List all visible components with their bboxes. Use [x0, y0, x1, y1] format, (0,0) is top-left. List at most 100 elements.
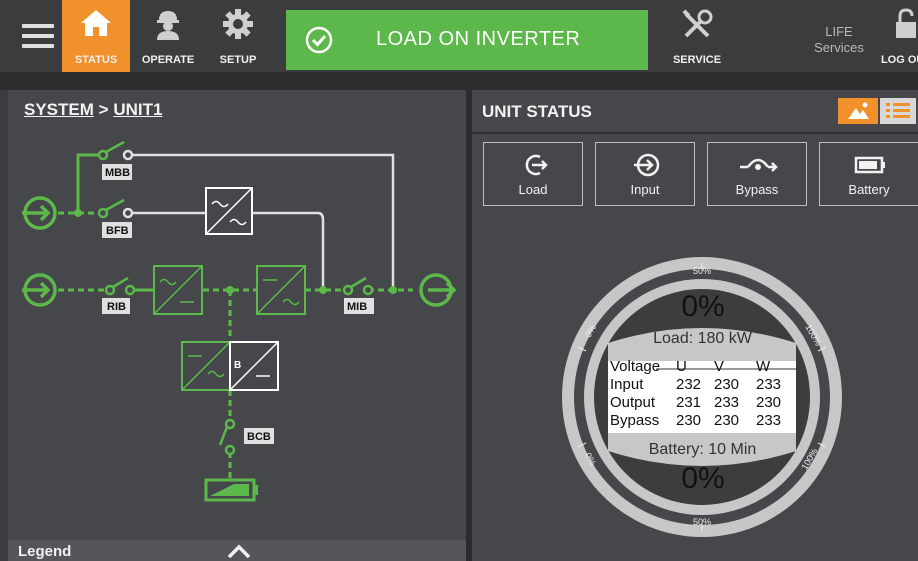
nav-status-button[interactable]: STATUS [62, 0, 130, 79]
bfb-switch[interactable] [97, 198, 134, 219]
tab-load-label: Load [518, 182, 548, 197]
unlock-icon [896, 8, 916, 38]
nav-operate-button[interactable]: OPERATE [138, 0, 198, 72]
battery-icon [204, 478, 258, 502]
table-row: Output 231 233 230 [606, 394, 796, 412]
nav-setup-label: SETUP [219, 54, 257, 66]
breadcrumb-unit-link[interactable]: UNIT1 [113, 100, 162, 119]
rib-label: RIB [107, 301, 126, 313]
cell-v: 230 [714, 412, 740, 429]
mbb-label: MBB [105, 167, 130, 179]
tab-bypass[interactable]: Bypass [707, 142, 807, 206]
breadcrumb-separator: > [98, 100, 109, 119]
converter-b-label: B [234, 360, 241, 371]
battery-runtime: Battery: 10 Min [648, 441, 757, 458]
cell-v: 233 [714, 394, 740, 411]
cell-u: 230 [676, 412, 702, 429]
bcb-label: BCB [247, 431, 271, 443]
table-row: Bypass 230 230 233 [606, 412, 796, 430]
nav-setup-button[interactable]: SETUP [208, 0, 268, 72]
list-icon [886, 103, 910, 118]
power-flow-diagram: B MBB BFB RIB MIB BCB [22, 140, 457, 502]
booster-block: B [229, 341, 279, 391]
row-label: Output [610, 394, 656, 411]
breaker-labels: MBB BFB RIB MIB BCB [102, 164, 374, 444]
logout-button[interactable]: LOG OUT [878, 0, 918, 72]
static-switch-block [205, 187, 253, 235]
tick-bottom-label: 50% [693, 517, 712, 527]
load-value: Load: 180 kW [653, 330, 752, 347]
list-view-button[interactable] [880, 98, 916, 124]
title-separator [472, 132, 918, 134]
load-status-banner: LOAD ON INVERTER [286, 10, 648, 70]
header-v: V [714, 358, 725, 375]
mbb-switch[interactable] [97, 140, 134, 161]
voltage-table: Voltage U V W Input 232 230 233 Output 2… [606, 358, 796, 430]
home-icon [81, 10, 111, 36]
bypass-lines [128, 153, 395, 290]
view-toggle [838, 98, 918, 124]
load-arrow-icon [525, 154, 548, 176]
nav-operate-label: OPERATE [141, 54, 195, 66]
bypass-input-icon [22, 273, 57, 307]
input-arrow-icon [634, 153, 660, 177]
panel-title: UNIT STATUS [482, 102, 592, 121]
voltage-table-header: Voltage U V W [606, 358, 796, 376]
bfb-label: BFB [106, 225, 129, 237]
services-label: Services [814, 40, 864, 55]
cell-v: 230 [714, 376, 740, 393]
tab-bypass-label: Bypass [735, 182, 779, 197]
tools-icon [682, 9, 713, 38]
mib-switch[interactable] [342, 276, 374, 296]
banner-text: LOAD ON INVERTER [376, 28, 581, 50]
menu-icon[interactable] [22, 24, 54, 54]
row-label: Input [610, 376, 644, 393]
legend-label: Legend [18, 543, 72, 560]
header-voltage: Voltage [610, 358, 661, 375]
bypass-icon [740, 158, 778, 172]
cell-u: 232 [676, 376, 702, 393]
breadcrumb: SYSTEM > UNIT1 [24, 100, 162, 120]
nav-logout-label: LOG OUT [880, 54, 918, 66]
breadcrumb-system-link[interactable]: SYSTEM [24, 100, 94, 119]
charger-block [181, 341, 231, 391]
nav-service-button[interactable]: SERVICE [664, 0, 730, 72]
tab-battery[interactable]: Battery [819, 142, 918, 206]
system-diagram-panel: SYSTEM > UNIT1 B MBB BFB RIB MIB BCB [8, 90, 466, 561]
cell-u: 231 [676, 394, 702, 411]
rectifier-block [153, 265, 203, 315]
tab-load[interactable]: Load [483, 142, 583, 206]
load-output-icon [419, 273, 457, 307]
chevron-up-icon [227, 544, 251, 559]
tab-input-label: Input [630, 182, 660, 197]
check-circle-icon [305, 26, 333, 54]
tick-top-label: 50% [693, 266, 712, 276]
graphic-view-button[interactable] [838, 98, 878, 124]
nav-status-label: STATUS [74, 54, 118, 66]
header-u: U [676, 358, 687, 375]
top-navigation-bar: STATUS OPERATE SETUP LOAD ON INVERTER SE… [8, 0, 918, 79]
legend-toggle[interactable]: Legend [8, 540, 466, 561]
cell-w: 233 [756, 376, 782, 393]
header-w: W [756, 358, 771, 375]
gear-icon [223, 9, 253, 39]
tab-battery-label: Battery [848, 182, 890, 197]
inverter-block [256, 265, 306, 315]
picture-icon [848, 102, 869, 119]
rib-switch[interactable] [104, 276, 136, 296]
life-label: LIFE [825, 24, 853, 39]
battery-percent: 0% [681, 462, 725, 495]
top-separator [0, 72, 918, 90]
table-row: Input 232 230 233 [606, 376, 796, 394]
cell-w: 230 [756, 394, 782, 411]
row-label: Bypass [610, 412, 660, 429]
nav-service-label: SERVICE [672, 54, 722, 66]
life-services-button[interactable]: LIFE Services [808, 0, 870, 72]
battery-icon [854, 156, 885, 174]
unit-status-panel: UNIT STATUS Load Input Bypass Battery 50… [472, 90, 918, 561]
tab-input[interactable]: Input [595, 142, 695, 206]
operator-icon [157, 11, 179, 40]
mains-input-icon [22, 196, 57, 230]
cell-w: 233 [756, 412, 782, 429]
bcb-switch[interactable] [218, 418, 236, 456]
